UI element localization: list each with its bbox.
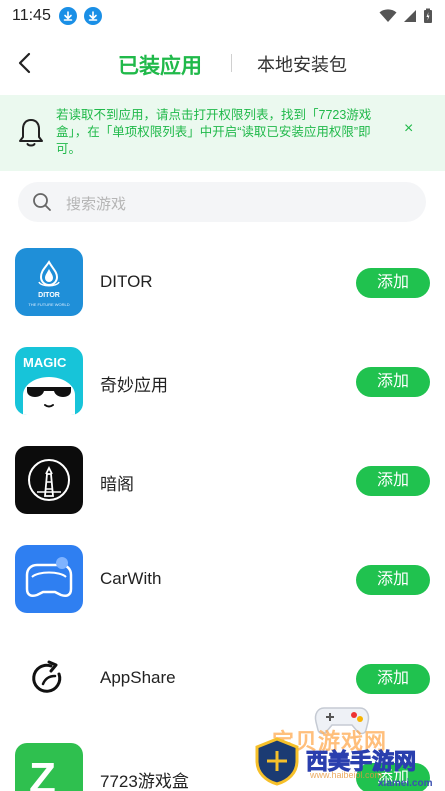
app-row-magic: MAGIC 奇妙应用 添加 — [0, 347, 445, 417]
tab-local-packages[interactable]: 本地安装包 — [257, 51, 347, 77]
wifi-icon — [379, 9, 397, 22]
app-name: CarWith — [100, 569, 162, 588]
status-indicators — [379, 8, 433, 24]
add-button[interactable]: 添加 — [356, 664, 430, 694]
back-arrow-icon — [18, 52, 31, 74]
ditor-logo-text: DITOR — [38, 292, 60, 299]
search-input[interactable]: 搜索游戏 — [18, 182, 426, 222]
watermark-overlay: 宝贝游戏网 西美手游网 www.haibeiol.com xiamei.com — [250, 700, 445, 791]
magic-logo-text: MAGIC — [23, 355, 67, 370]
ditor-logo-subtext: THE FUTURE WORLD — [28, 302, 70, 307]
download-icon — [83, 7, 102, 25]
app-name: 奇妙应用 — [100, 376, 168, 395]
signal-icon — [404, 10, 416, 22]
back-button[interactable] — [12, 48, 40, 78]
watermark-url: www.haibeiol.com — [310, 770, 383, 780]
battery-icon — [424, 8, 432, 23]
tab-installed-apps[interactable]: 已装应用 — [118, 50, 202, 80]
shield-logo-icon — [255, 737, 299, 786]
download-icon — [58, 7, 77, 25]
search-placeholder: 搜索游戏 — [66, 196, 127, 213]
notice-close-button[interactable]: × — [404, 120, 413, 138]
7723-logo-text: Z — [29, 754, 56, 791]
status-bar: 11:45 — [0, 0, 445, 32]
tab-divider — [231, 54, 232, 72]
app-name: DITOR — [100, 272, 153, 291]
lighthouse-app-icon — [15, 446, 83, 514]
header: 已装应用 本地安装包 — [0, 40, 445, 86]
appshare-app-icon — [15, 644, 83, 712]
app-row-ditor: DITOR THE FUTURE WORLD DITOR 添加 — [0, 248, 445, 318]
app-name: 7723游戏盒 — [100, 772, 189, 791]
add-button[interactable]: 添加 — [356, 268, 430, 298]
add-button[interactable]: 添加 — [356, 367, 430, 397]
app-row-carwith: CarWith 添加 — [0, 545, 445, 615]
search-icon — [33, 193, 51, 211]
carwith-app-icon — [15, 545, 83, 613]
add-button[interactable]: 添加 — [356, 565, 430, 595]
app-row-ange: 暗阁 添加 — [0, 446, 445, 516]
bell-icon — [19, 119, 43, 147]
status-time: 11:45 — [12, 7, 51, 24]
notice-text: 若读取不到应用，请点击打开权限列表，找到「7723游戏盒」，在「单项权限列表」中… — [56, 108, 372, 156]
permission-notice: 若读取不到应用，请点击打开权限列表，找到「7723游戏盒」，在「单项权限列表」中… — [0, 95, 445, 171]
add-button[interactable]: 添加 — [356, 466, 430, 496]
7723-app-icon: Z — [15, 743, 83, 791]
watermark-site: xiamei.com — [378, 778, 433, 789]
ditor-app-icon: DITOR THE FUTURE WORLD — [15, 248, 83, 316]
app-name: AppShare — [100, 668, 176, 687]
magic-app-icon: MAGIC — [15, 347, 83, 415]
app-name: 暗阁 — [100, 475, 134, 494]
